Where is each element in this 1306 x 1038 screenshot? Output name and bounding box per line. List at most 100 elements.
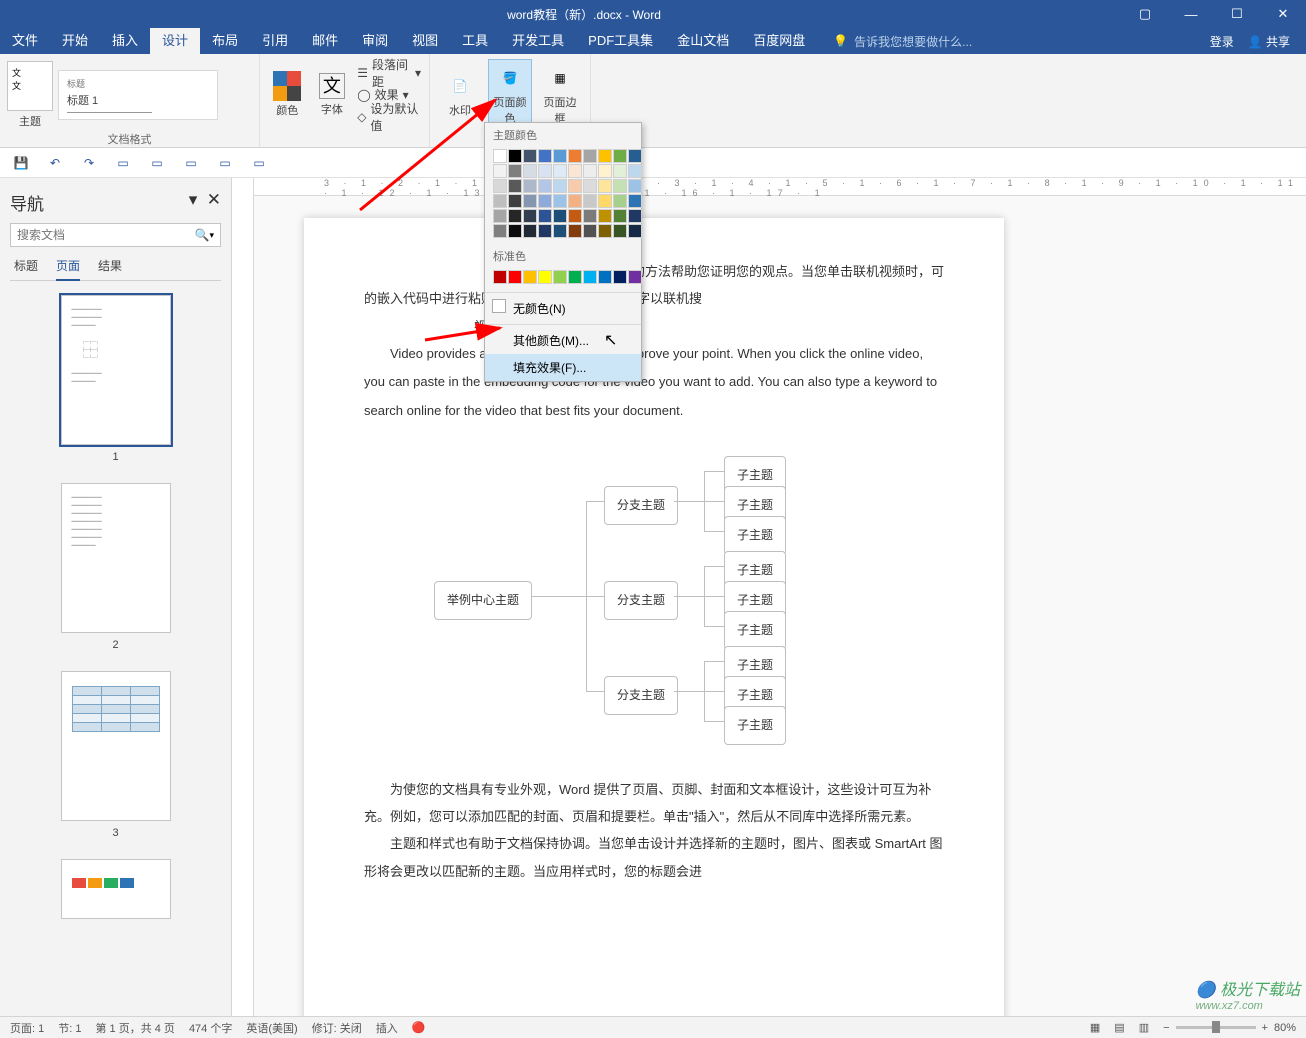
color-swatch[interactable] — [553, 164, 567, 178]
color-swatch[interactable] — [523, 194, 537, 208]
color-swatch[interactable] — [628, 179, 642, 193]
dd-no-color[interactable]: 无颜色(N) — [485, 295, 641, 322]
search-icon[interactable]: 🔍 — [195, 228, 210, 242]
view-read-icon[interactable]: ▦ — [1090, 1021, 1100, 1034]
color-swatch[interactable] — [508, 270, 522, 284]
color-swatch[interactable] — [553, 224, 567, 238]
color-swatch[interactable] — [598, 164, 612, 178]
qat-btn-2[interactable]: ▭ — [148, 154, 166, 172]
color-swatch[interactable] — [508, 194, 522, 208]
color-swatch[interactable] — [523, 270, 537, 284]
page-borders-button[interactable]: ▦ 页面边框 — [538, 59, 582, 131]
color-swatch[interactable] — [523, 149, 537, 163]
color-swatch[interactable] — [493, 209, 507, 223]
color-swatch[interactable] — [613, 270, 627, 284]
tab-mail[interactable]: 邮件 — [300, 28, 350, 54]
login-link[interactable]: 登录 — [1210, 33, 1234, 50]
color-swatch[interactable] — [493, 224, 507, 238]
tell-me[interactable]: 💡 告诉我您想要做什么... — [817, 33, 1209, 50]
color-swatch[interactable] — [538, 149, 552, 163]
dd-more-colors[interactable]: 其他颜色(M)... — [485, 327, 641, 354]
tab-references[interactable]: 引用 — [250, 28, 300, 54]
fonts-button[interactable]: 文 字体 — [313, 59, 352, 131]
tab-layout[interactable]: 布局 — [200, 28, 250, 54]
dd-fill-effects[interactable]: 填充效果(F)... — [485, 354, 641, 381]
color-swatch[interactable] — [538, 224, 552, 238]
color-swatch[interactable] — [583, 270, 597, 284]
color-swatch[interactable] — [508, 179, 522, 193]
color-swatch[interactable] — [553, 270, 567, 284]
share-button[interactable]: 👤 共享 — [1248, 33, 1290, 50]
tab-design[interactable]: 设计 — [150, 28, 200, 54]
color-swatch[interactable] — [598, 224, 612, 238]
color-swatch[interactable] — [568, 194, 582, 208]
nav-close-icon[interactable]: ✕ — [207, 190, 221, 209]
themes-button[interactable]: 文文 主题 — [8, 59, 52, 131]
theme-color-grid[interactable] — [485, 147, 641, 244]
color-swatch[interactable] — [598, 209, 612, 223]
color-swatch[interactable] — [493, 179, 507, 193]
view-web-icon[interactable]: ▥ — [1139, 1021, 1149, 1034]
view-print-icon[interactable]: ▤ — [1114, 1021, 1124, 1034]
color-swatch[interactable] — [613, 209, 627, 223]
page-thumb-2[interactable]: ━━━━━━━━━━━━━━━━━━━━━━━━━━━━━━━━━━━━━━━━… — [61, 483, 171, 633]
status-page[interactable]: 页面: 1 — [10, 1020, 44, 1036]
color-swatch[interactable] — [493, 270, 507, 284]
color-swatch[interactable] — [628, 224, 642, 238]
tab-tools[interactable]: 工具 — [450, 28, 500, 54]
page-thumb-3[interactable] — [61, 671, 171, 821]
nav-search-input[interactable] — [17, 228, 195, 242]
zoom-slider[interactable]: −+ 80% — [1163, 1022, 1296, 1034]
status-language[interactable]: 英语(美国) — [246, 1020, 297, 1036]
color-swatch[interactable] — [598, 270, 612, 284]
color-swatch[interactable] — [523, 164, 537, 178]
page-color-button[interactable]: 🪣 页面颜色 — [488, 59, 532, 131]
nav-tab-headings[interactable]: 标题 — [14, 257, 38, 274]
color-swatch[interactable] — [598, 179, 612, 193]
tab-view[interactable]: 视图 — [400, 28, 450, 54]
color-swatch[interactable] — [613, 224, 627, 238]
nav-pin-icon[interactable]: ▾ — [189, 190, 198, 209]
tab-review[interactable]: 审阅 — [350, 28, 400, 54]
color-swatch[interactable] — [613, 179, 627, 193]
color-swatch[interactable] — [583, 209, 597, 223]
color-swatch[interactable] — [493, 149, 507, 163]
nav-tab-results[interactable]: 结果 — [98, 257, 122, 274]
style-set-gallery[interactable]: 标题 标题 1 — [58, 70, 218, 120]
minimize-button[interactable]: — — [1168, 0, 1214, 28]
color-swatch[interactable] — [568, 224, 582, 238]
status-word-count[interactable]: 474 个字 — [189, 1020, 232, 1036]
color-swatch[interactable] — [508, 164, 522, 178]
color-swatch[interactable] — [538, 179, 552, 193]
tab-home[interactable]: 开始 — [50, 28, 100, 54]
color-swatch[interactable] — [508, 224, 522, 238]
color-swatch[interactable] — [628, 149, 642, 163]
zoom-level[interactable]: 80% — [1274, 1022, 1296, 1034]
color-swatch[interactable] — [628, 209, 642, 223]
status-insert-mode[interactable]: 插入 — [376, 1020, 398, 1036]
color-swatch[interactable] — [553, 209, 567, 223]
tab-insert[interactable]: 插入 — [100, 28, 150, 54]
qat-btn-3[interactable]: ▭ — [182, 154, 200, 172]
color-swatch[interactable] — [523, 179, 537, 193]
color-swatch[interactable] — [493, 164, 507, 178]
tab-jinshan[interactable]: 金山文档 — [665, 28, 741, 54]
qat-btn-1[interactable]: ▭ — [114, 154, 132, 172]
color-swatch[interactable] — [568, 270, 582, 284]
status-track-changes[interactable]: 修订: 关闭 — [312, 1020, 362, 1036]
standard-color-grid[interactable] — [485, 268, 641, 290]
status-page-of[interactable]: 第 1 页，共 4 页 — [95, 1020, 174, 1036]
color-swatch[interactable] — [613, 149, 627, 163]
color-swatch[interactable] — [553, 179, 567, 193]
color-swatch[interactable] — [613, 164, 627, 178]
tab-file[interactable]: 文件 — [0, 28, 50, 54]
color-swatch[interactable] — [613, 194, 627, 208]
redo-icon[interactable]: ↷ — [80, 154, 98, 172]
color-swatch[interactable] — [628, 164, 642, 178]
set-default-button[interactable]: ◇设为默认值 — [357, 107, 421, 127]
qat-btn-5[interactable]: ▭ — [250, 154, 268, 172]
color-swatch[interactable] — [568, 179, 582, 193]
color-swatch[interactable] — [523, 224, 537, 238]
color-swatch[interactable] — [598, 149, 612, 163]
color-swatch[interactable] — [598, 194, 612, 208]
